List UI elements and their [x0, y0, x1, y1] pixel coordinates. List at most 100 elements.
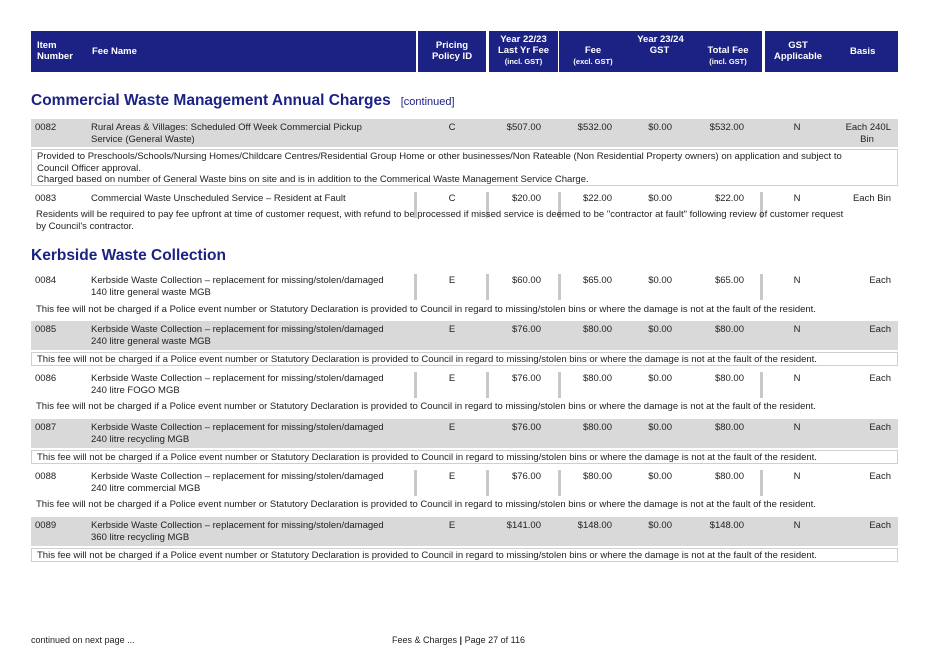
fee-excl-gst: $80.00	[582, 422, 612, 433]
fee-name-line: Kerbside Waste Collection – replacement …	[91, 471, 384, 482]
header-year-prev: Year 22/23 Last Yr Fee (incl. GST)	[489, 31, 558, 72]
last-year-fee: $141.00	[506, 520, 541, 531]
basis-line: Each	[869, 422, 891, 433]
basis: Each	[831, 471, 891, 483]
item-number: 0088	[35, 471, 57, 482]
gst-amount: $0.00	[648, 324, 672, 335]
fee-description: This fee will not be charged if a Police…	[31, 548, 898, 562]
header-year-current: Year 23/24 Fee (excl. GST) GST Total Fee(…	[559, 31, 762, 72]
description-line: This fee will not be charged if a Police…	[36, 401, 816, 412]
fee-name-line: 240 litre general waste MGB	[91, 335, 211, 347]
fee-excl-gst: $80.00	[582, 471, 612, 482]
item-number: 0085	[35, 324, 57, 335]
basis-line: Bin	[860, 133, 874, 145]
gst-applicable: N	[793, 275, 801, 286]
column-separator	[414, 274, 417, 300]
last-year-fee: $76.00	[511, 422, 541, 433]
basis: Each	[831, 324, 891, 336]
header-gst-basis: GST Applicable Basis	[765, 31, 898, 72]
fee-name-line: 240 litre recycling MGB	[91, 433, 190, 445]
basis: Each	[831, 373, 891, 385]
basis-line: Each	[869, 324, 891, 335]
fee-row: 0085 Kerbside Waste Collection – replacem…	[31, 321, 898, 350]
gst-applicable: N	[793, 520, 801, 531]
fee-description: This fee will not be charged if a Police…	[31, 401, 898, 413]
section-title-kerbside: Kerbside Waste Collection	[31, 247, 226, 264]
fee-name: Kerbside Waste Collection – replacement …	[91, 324, 411, 347]
gst-amount: $0.00	[648, 122, 672, 133]
basis-line: Each 240L	[845, 122, 891, 133]
total-fee: $65.00	[714, 275, 744, 286]
pricing-policy-id: E	[448, 324, 456, 335]
last-year-fee: $76.00	[511, 324, 541, 335]
gst-amount: $0.00	[648, 193, 672, 204]
fee-name-line: 240 litre FOGO MGB	[91, 384, 180, 396]
fee-description: This fee will not be charged if a Police…	[31, 304, 898, 316]
header-item-number: Item Number	[37, 40, 73, 62]
fee-row: 0086 Kerbside Waste Collection – replacem…	[31, 370, 898, 399]
total-fee: $80.00	[714, 324, 744, 335]
fee-name-line: Kerbside Waste Collection – replacement …	[91, 422, 384, 433]
fee-name-line: 240 litre commercial MGB	[91, 482, 201, 494]
basis: Each 240L Bin	[831, 122, 891, 145]
fee-row: 0089 Kerbside Waste Collection – replacem…	[31, 517, 898, 546]
total-fee: $80.00	[714, 471, 744, 482]
item-number: 0086	[35, 373, 57, 384]
basis: Each	[831, 520, 891, 532]
fee-description: This fee will not be charged if a Police…	[31, 450, 898, 464]
fee-name-line: Kerbside Waste Collection – replacement …	[91, 373, 384, 384]
header-gst-applicable: GST Applicable	[773, 40, 823, 62]
fee-name: Kerbside Waste Collection – replacement …	[91, 422, 411, 445]
item-number: 0083	[35, 193, 57, 204]
last-year-fee: $20.00	[511, 193, 541, 204]
pricing-policy-id: C	[448, 193, 456, 204]
gst-applicable: N	[793, 422, 801, 433]
column-separator	[414, 372, 417, 398]
fee-name-line: Rural Areas & Villages: Scheduled Off We…	[91, 122, 362, 133]
last-year-fee: $76.00	[511, 373, 541, 384]
description-line: Residents will be required to pay fee up…	[36, 209, 844, 220]
gst-applicable: N	[793, 122, 801, 133]
basis: Each	[831, 275, 891, 287]
last-year-fee: $60.00	[511, 275, 541, 286]
total-fee: $532.00	[709, 122, 744, 133]
basis-line: Each	[869, 471, 891, 482]
fee-name: Kerbside Waste Collection – replacement …	[91, 373, 411, 396]
description-line: This fee will not be charged if a Police…	[37, 354, 817, 365]
fee-name-line: Kerbside Waste Collection – replacement …	[91, 520, 384, 531]
pricing-policy-id: E	[448, 471, 456, 482]
fee-name: Kerbside Waste Collection – replacement …	[91, 275, 411, 298]
gst-amount: $0.00	[648, 422, 672, 433]
description-line: This fee will not be charged if a Police…	[37, 452, 817, 463]
description-line: Council Officer approval.	[37, 162, 141, 174]
fee-description: Provided to Preschools/Schools/Nursing H…	[31, 149, 898, 186]
description-line: Provided to Preschools/Schools/Nursing H…	[37, 151, 842, 162]
description-line: This fee will not be charged if a Police…	[37, 550, 817, 561]
gst-amount: $0.00	[648, 373, 672, 384]
header-basis: Basis	[850, 46, 876, 57]
item-number: 0082	[35, 122, 57, 133]
description-line: by Council's contractor.	[36, 220, 134, 232]
basis-line: Each Bin	[852, 193, 891, 204]
fee-row: 0083 Commercial Waste Unscheduled Service…	[31, 190, 898, 218]
gst-applicable: N	[793, 471, 801, 482]
fee-excl-gst: $532.00	[577, 122, 612, 133]
total-fee: $148.00	[709, 520, 744, 531]
fee-description: Residents will be required to pay fee up…	[31, 209, 898, 233]
total-fee: $22.00	[714, 193, 744, 204]
column-separator	[760, 274, 763, 300]
description-line: This fee will not be charged if a Police…	[36, 304, 816, 315]
pricing-policy-id: E	[448, 275, 456, 286]
pricing-policy-id: E	[448, 373, 456, 384]
column-separator	[760, 470, 763, 496]
item-number: 0089	[35, 520, 57, 531]
fee-row: 0084 Kerbside Waste Collection – replacem…	[31, 272, 898, 301]
fee-name: Rural Areas & Villages: Scheduled Off We…	[91, 122, 411, 145]
header-fee-name: Fee Name	[92, 46, 137, 57]
fee-name-line: Commercial Waste Unscheduled Service – R…	[91, 193, 346, 204]
header-pricing-policy: Pricing Policy ID	[418, 31, 486, 72]
header-item-fee-name: Item Number Fee Name	[31, 31, 416, 72]
fee-name-line: 360 litre recycling MGB	[91, 531, 190, 543]
gst-applicable: N	[793, 324, 801, 335]
fee-excl-gst: $65.00	[582, 275, 612, 286]
